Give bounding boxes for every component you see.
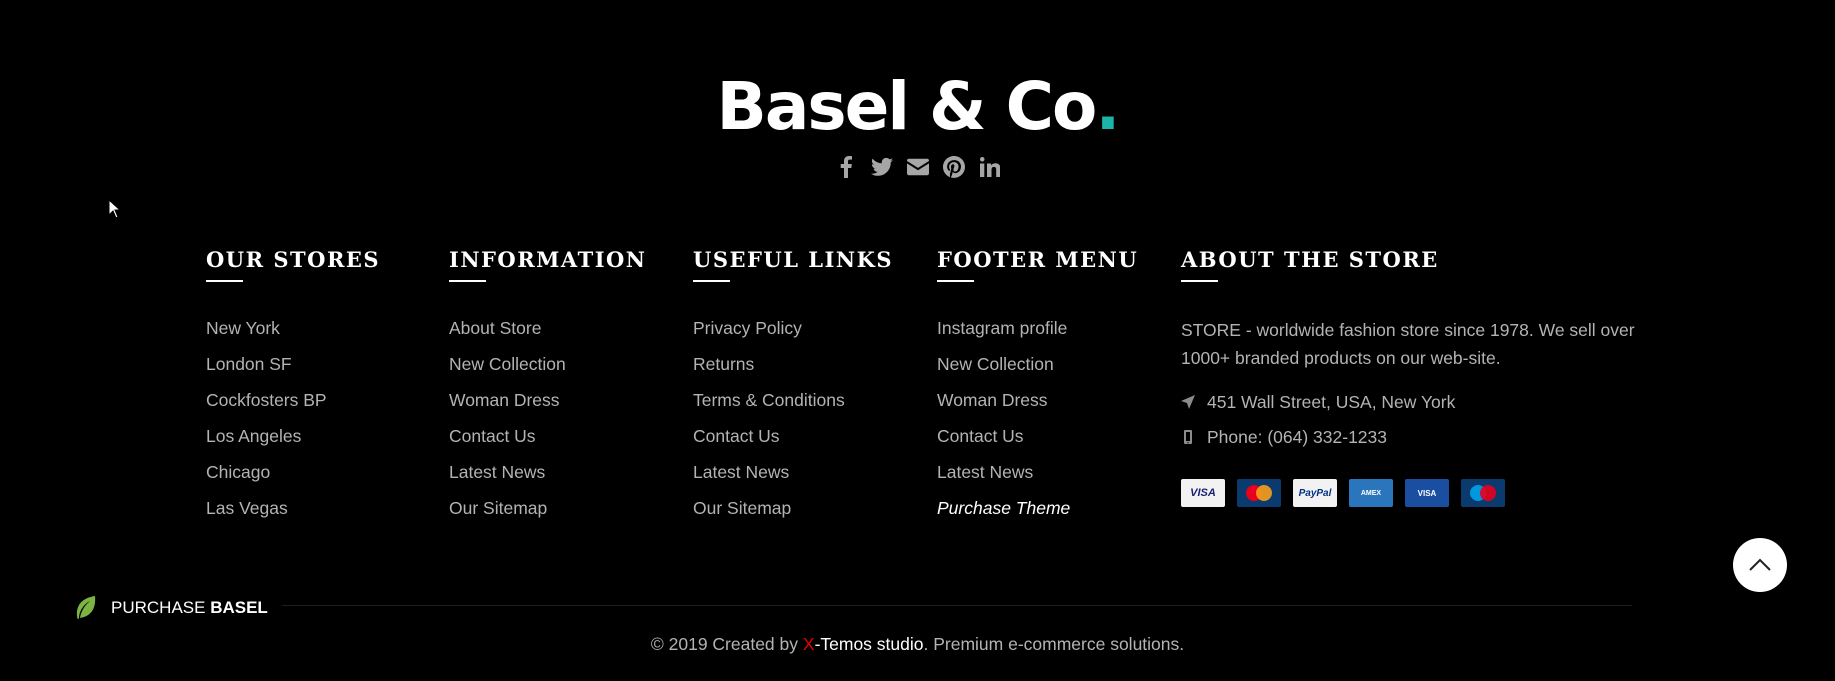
studio-link[interactable]: -Temos studio bbox=[815, 634, 924, 654]
footer-link[interactable]: Latest News bbox=[937, 454, 1167, 490]
link-list: Privacy Policy Returns Terms & Condition… bbox=[693, 310, 923, 526]
purchase-theme-link[interactable]: Purchase Theme bbox=[937, 490, 1167, 526]
about-text: STORE - worldwide fashion store since 19… bbox=[1181, 320, 1635, 368]
brand-logo[interactable]: Basel & Co. bbox=[0, 62, 1835, 152]
footer-column-information: INFORMATION About Store New Collection W… bbox=[449, 247, 679, 526]
phone-text: Phone: (064) 332-1233 bbox=[1207, 427, 1387, 447]
footer-link[interactable]: New Collection bbox=[937, 346, 1167, 382]
link-list: New York London SF Cockfosters BP Los An… bbox=[206, 310, 436, 526]
column-title: INFORMATION bbox=[449, 247, 647, 272]
title-underline bbox=[1181, 280, 1218, 282]
title-underline bbox=[693, 280, 730, 282]
footer-link[interactable]: Woman Dress bbox=[937, 382, 1167, 418]
footer-column-our-stores: OUR STORES New York London SF Cockfoster… bbox=[206, 247, 436, 526]
column-title: FOOTER MENU bbox=[937, 247, 1139, 272]
footer-link[interactable]: Las Vegas bbox=[206, 490, 436, 526]
pinterest-icon[interactable] bbox=[942, 155, 965, 179]
copyright-line: © 2019 Created by X-Temos studio. Premiu… bbox=[0, 634, 1835, 655]
brand-name: Basel & Co bbox=[716, 68, 1098, 145]
column-title: OUR STORES bbox=[206, 247, 381, 272]
payment-cards: VISA PayPal AMEX VISA bbox=[1181, 479, 1681, 507]
footer-column-footer-menu: FOOTER MENU Instagram profile New Collec… bbox=[937, 247, 1167, 526]
link-list: Instagram profile New Collection Woman D… bbox=[937, 310, 1167, 526]
title-underline bbox=[206, 280, 243, 282]
footer-link[interactable]: Chicago bbox=[206, 454, 436, 490]
footer-column-useful-links: USEFUL LINKS Privacy Policy Returns Term… bbox=[693, 247, 923, 526]
maestro-icon bbox=[1461, 479, 1505, 507]
mobile-phone-icon bbox=[1184, 430, 1192, 444]
footer-link[interactable]: Our Sitemap bbox=[449, 490, 679, 526]
footer-link[interactable]: Instagram profile bbox=[937, 310, 1167, 346]
title-underline bbox=[937, 280, 974, 282]
footer-link[interactable]: Woman Dress bbox=[449, 382, 679, 418]
copyright-suffix: . Premium e-commerce solutions. bbox=[923, 634, 1185, 654]
mastercard-icon bbox=[1237, 479, 1281, 507]
paypal-icon: PayPal bbox=[1293, 479, 1337, 507]
visa-electron-icon: VISA bbox=[1405, 479, 1449, 507]
visa-card-icon: VISA bbox=[1181, 479, 1225, 507]
xtemos-x-logo: X bbox=[802, 634, 815, 654]
footer-link[interactable]: Our Sitemap bbox=[693, 490, 923, 526]
linkedin-icon[interactable] bbox=[979, 155, 1001, 179]
purchase-name: BASEL bbox=[210, 598, 268, 617]
twitter-icon[interactable] bbox=[870, 155, 893, 179]
purchase-prefix: PURCHASE bbox=[111, 598, 211, 617]
footer-link[interactable]: New York bbox=[206, 310, 436, 346]
footer-link[interactable]: New Collection bbox=[449, 346, 679, 382]
footer-link[interactable]: Cockfosters BP bbox=[206, 382, 436, 418]
footer-link[interactable]: Los Angeles bbox=[206, 418, 436, 454]
footer-link[interactable]: Terms & Conditions bbox=[693, 382, 923, 418]
location-arrow-icon bbox=[1181, 395, 1195, 409]
scroll-to-top-button[interactable] bbox=[1733, 538, 1787, 592]
footer-link[interactable]: Returns bbox=[693, 346, 923, 382]
social-links bbox=[0, 155, 1835, 179]
footer-link[interactable]: Contact Us bbox=[449, 418, 679, 454]
address-line: 451 Wall Street, USA, New York bbox=[1181, 390, 1681, 414]
footer-link[interactable]: Latest News bbox=[449, 454, 679, 490]
purchase-basel-link[interactable]: PURCHASE BASEL bbox=[75, 596, 268, 620]
mouse-cursor-icon bbox=[108, 198, 122, 224]
footer-link[interactable]: Contact Us bbox=[937, 418, 1167, 454]
footer-link[interactable]: About Store bbox=[449, 310, 679, 346]
copyright-prefix: © 2019 Created by bbox=[650, 634, 803, 654]
footer-link[interactable]: Contact Us bbox=[693, 418, 923, 454]
footer-link[interactable]: Latest News bbox=[693, 454, 923, 490]
address-text: 451 Wall Street, USA, New York bbox=[1207, 392, 1456, 412]
chevron-up-icon bbox=[1749, 558, 1771, 571]
footer-column-about-store: ABOUT THE STORE STORE - worldwide fashio… bbox=[1181, 247, 1681, 507]
footer-link[interactable]: Privacy Policy bbox=[693, 310, 923, 346]
footer-link[interactable]: London SF bbox=[206, 346, 436, 382]
facebook-icon[interactable] bbox=[835, 155, 857, 179]
email-icon[interactable] bbox=[906, 155, 929, 179]
brand-dot: . bbox=[1095, 68, 1120, 145]
column-title: ABOUT THE STORE bbox=[1181, 247, 1439, 272]
column-title: USEFUL LINKS bbox=[693, 247, 893, 272]
amex-icon: AMEX bbox=[1349, 479, 1393, 507]
leaf-icon bbox=[76, 596, 96, 619]
phone-line: Phone: (064) 332-1233 bbox=[1181, 425, 1681, 449]
footer-divider bbox=[282, 605, 1632, 606]
link-list: About Store New Collection Woman Dress C… bbox=[449, 310, 679, 526]
title-underline bbox=[449, 280, 486, 282]
